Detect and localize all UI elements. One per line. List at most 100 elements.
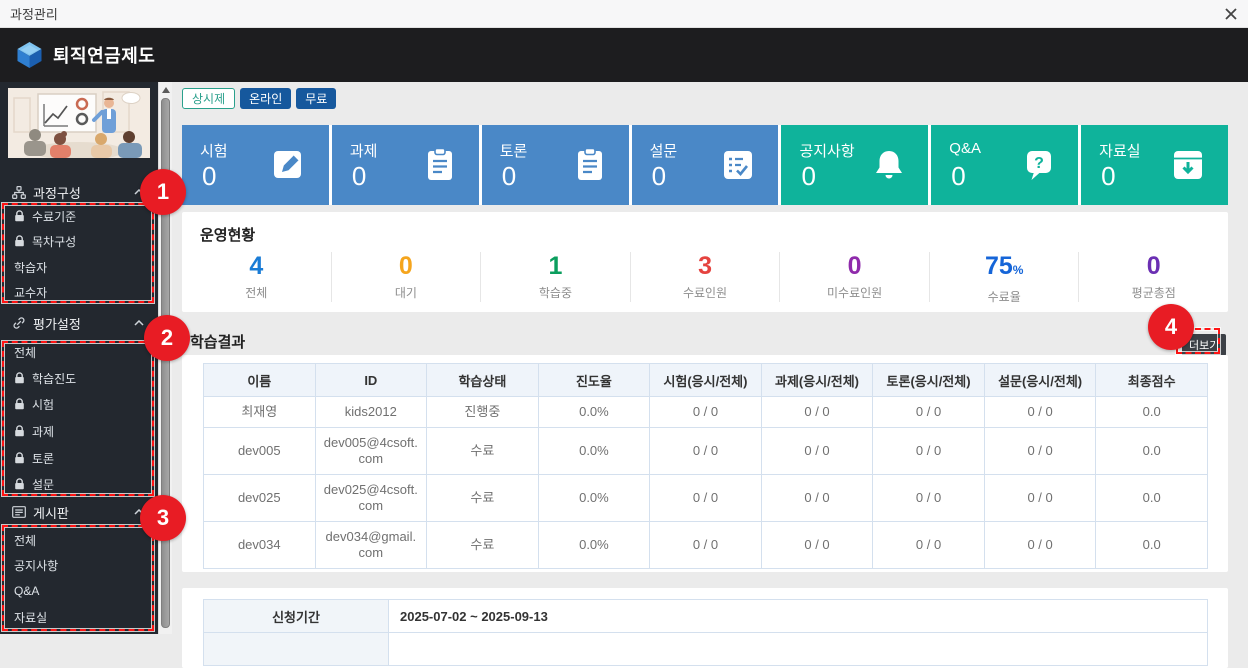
lock-icon <box>14 210 25 222</box>
card-notice[interactable]: 공지사항 0 <box>781 125 928 205</box>
sidebar-item-survey[interactable]: 설문 <box>0 472 158 496</box>
table-row: dev005 dev005@4csoft.com 수료 0.0% 0 / 0 0… <box>204 428 1208 475</box>
item-label: 공지사항 <box>14 557 58 574</box>
card-label: 과제 <box>350 140 378 161</box>
card-value: 0 <box>502 161 516 192</box>
item-label: 학습진도 <box>32 370 76 387</box>
board-icon <box>12 506 26 518</box>
sidebar-item-assignment[interactable]: 과제 <box>0 419 158 443</box>
card-value: 0 <box>801 161 815 192</box>
sitemap-icon <box>12 186 26 199</box>
sidebar-item-exam[interactable]: 시험 <box>0 392 158 416</box>
stat-waiting: 0 대기 <box>331 252 481 302</box>
sidebar-item-toc-config[interactable]: 목차구성 <box>0 229 158 253</box>
operation-status-panel: 운영현황 4 전체 0 대기 1 학습중 3 수료인원 0 미수료인원 <box>182 212 1228 312</box>
card-label: 설문 <box>650 140 678 161</box>
main-content: 상시제 온라인 무료 시험 0 과제 0 토론 0 <box>172 82 1248 634</box>
sidebar-item-completion-criteria[interactable]: 수료기준 <box>0 204 158 228</box>
lock-icon <box>14 235 25 247</box>
sidebar-item-board-all[interactable]: 전체 <box>0 528 158 552</box>
lock-icon <box>14 372 25 384</box>
app-header: 퇴직연금제도 <box>0 28 1248 82</box>
lock-icon <box>14 478 25 490</box>
card-value: 0 <box>1101 161 1115 192</box>
svg-text:?: ? <box>1034 155 1044 172</box>
card-archive[interactable]: 자료실 0 <box>1081 125 1228 205</box>
card-value: 0 <box>652 161 666 192</box>
card-label: 공지사항 <box>799 140 854 161</box>
course-tags: 상시제 온라인 무료 <box>182 88 336 109</box>
table-row: dev025 dev025@4csoft.com 수료 0.0% 0 / 0 0… <box>204 475 1208 522</box>
card-exam[interactable]: 시험 0 <box>182 125 329 205</box>
learning-results-title: 학습결과 <box>190 331 245 352</box>
application-info-panel: 신청기간 2025-07-02 ~ 2025-09-13 <box>182 588 1228 668</box>
card-label: 자료실 <box>1099 140 1140 161</box>
sidebar-item-qna[interactable]: Q&A <box>0 579 158 603</box>
item-label: 교수자 <box>14 284 47 301</box>
item-label: 수료기준 <box>32 208 76 225</box>
course-title: 퇴직연금제도 <box>53 42 155 68</box>
window-title: 과정관리 <box>0 4 58 23</box>
card-survey[interactable]: 설문 0 <box>632 125 779 205</box>
stat-total: 4 전체 <box>182 252 331 302</box>
sidebar-item-learners[interactable]: 학습자 <box>0 255 158 279</box>
sidebar-item-instructors[interactable]: 교수자 <box>0 280 158 304</box>
annotation-badge-3: 3 <box>140 495 186 541</box>
tag-online: 온라인 <box>240 88 291 109</box>
section-label: 과정구성 <box>33 183 81 202</box>
sidebar-section-board[interactable]: 게시판 <box>0 500 158 524</box>
item-label: 자료실 <box>14 609 47 626</box>
sidebar-item-archive[interactable]: 자료실 <box>0 605 158 629</box>
card-discussion[interactable]: 토론 0 <box>482 125 629 205</box>
card-qna[interactable]: Q&A 0 ? <box>931 125 1078 205</box>
stat-learning: 1 학습중 <box>480 252 630 302</box>
lock-icon <box>14 425 25 437</box>
link-icon <box>12 316 26 330</box>
card-label: 토론 <box>500 140 528 161</box>
stat-cards: 시험 0 과제 0 토론 0 설문 0 <box>182 125 1228 205</box>
lock-icon <box>14 452 25 464</box>
clipboard-icon <box>423 147 457 183</box>
card-label: Q&A <box>949 140 981 157</box>
item-label: Q&A <box>14 584 39 598</box>
sidebar: 과정구성 수료기준 목차구성 학습자 교수자 평가설정 전체 학습진도 시험 <box>0 82 158 634</box>
scroll-up-arrow-icon[interactable] <box>159 82 173 97</box>
item-label: 전체 <box>14 532 36 549</box>
item-label: 설문 <box>32 476 54 493</box>
item-label: 과제 <box>32 423 54 440</box>
operation-stats: 4 전체 0 대기 1 학습중 3 수료인원 0 미수료인원 75% 수료율 <box>182 252 1228 302</box>
annotation-badge-1: 1 <box>140 169 186 215</box>
tag-regular: 상시제 <box>182 88 235 109</box>
learning-results-panel: 이름 ID 학습상태 진도율 시험(응시/전체) 과제(응시/전체) 토론(응시… <box>182 355 1228 572</box>
item-label: 전체 <box>14 344 36 361</box>
stat-completion-rate: 75% 수료율 <box>929 252 1079 302</box>
table-row: 최재영 kids2012 진행중 0.0% 0 / 0 0 / 0 0 / 0 … <box>204 397 1208 428</box>
item-label: 토론 <box>32 450 54 467</box>
close-icon[interactable] <box>1220 3 1242 25</box>
item-label: 시험 <box>32 396 54 413</box>
learning-results-table: 이름 ID 학습상태 진도율 시험(응시/전체) 과제(응시/전체) 토론(응시… <box>203 363 1208 569</box>
sidebar-section-evaluation[interactable]: 평가설정 <box>0 311 158 335</box>
window-titlebar: 과정관리 <box>0 0 1248 28</box>
sidebar-item-notice[interactable]: 공지사항 <box>0 553 158 577</box>
sidebar-item-eval-all[interactable]: 전체 <box>0 340 158 364</box>
sidebar-item-progress[interactable]: 학습진도 <box>0 366 158 390</box>
lock-icon <box>14 398 25 410</box>
sidebar-item-discussion[interactable]: 토론 <box>0 446 158 470</box>
table-header-row: 이름 ID 학습상태 진도율 시험(응시/전체) 과제(응시/전체) 토론(응시… <box>204 364 1208 397</box>
stat-average-score: 0 평균총점 <box>1078 252 1228 302</box>
clipboard-icon <box>573 147 607 183</box>
sidebar-section-course-config[interactable]: 과정구성 <box>0 180 158 204</box>
annotation-badge-4: 4 <box>1148 304 1194 350</box>
card-label: 시험 <box>200 140 228 161</box>
chevron-up-icon <box>134 320 144 326</box>
tag-free: 무료 <box>296 88 336 109</box>
exam-pencil-icon <box>271 147 307 183</box>
cube-logo-icon <box>16 41 43 69</box>
question-bubble-icon: ? <box>1022 147 1056 183</box>
card-assignment[interactable]: 과제 0 <box>332 125 479 205</box>
course-thumbnail <box>8 88 150 158</box>
table-row: 신청기간 2025-07-02 ~ 2025-09-13 <box>204 600 1208 633</box>
table-row: dev034 dev034@gmail.com 수료 0.0% 0 / 0 0 … <box>204 522 1208 569</box>
bell-icon <box>872 147 906 183</box>
